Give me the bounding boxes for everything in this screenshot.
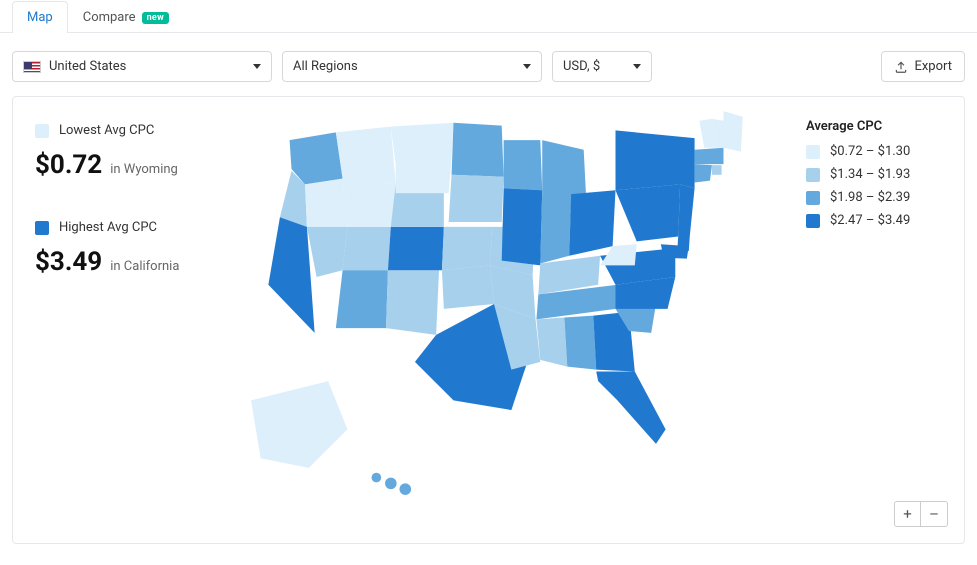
us-flag-icon [23, 61, 41, 73]
legend: Average CPC $0.72 – $1.30 $1.34 – $1.93 … [806, 119, 946, 533]
legend-title: Average CPC [806, 119, 946, 134]
legend-swatch [806, 214, 820, 228]
chevron-down-icon [633, 64, 641, 69]
legend-swatch [806, 168, 820, 182]
highest-location: in California [110, 259, 179, 274]
lowest-value: $0.72 [35, 150, 102, 180]
export-button[interactable]: Export [881, 51, 965, 82]
export-icon [894, 60, 908, 74]
new-badge: new [142, 12, 169, 24]
highest-label: Highest Avg CPC [59, 220, 157, 235]
currency-select[interactable]: USD, $ [552, 51, 652, 82]
tab-map[interactable]: Map [12, 1, 68, 33]
country-select[interactable]: United States [12, 51, 272, 82]
chevron-down-icon [253, 64, 261, 69]
highest-cpc-stat: Highest Avg CPC $3.49 in California [35, 220, 235, 277]
legend-bucket-3[interactable]: $1.98 – $2.39 [806, 190, 946, 205]
country-label: United States [49, 59, 126, 74]
us-map[interactable] [235, 119, 806, 533]
controls-bar: United States All Regions USD, $ Export [0, 33, 977, 96]
lowest-label: Lowest Avg CPC [59, 123, 154, 138]
legend-label: $2.47 – $3.49 [830, 213, 910, 228]
currency-label: USD, $ [563, 59, 600, 74]
region-label: All Regions [293, 59, 358, 74]
lowest-location: in Wyoming [110, 162, 178, 177]
map-card: Lowest Avg CPC $0.72 in Wyoming Highest … [12, 96, 965, 544]
zoom-in-button[interactable]: + [895, 502, 921, 526]
legend-label: $1.34 – $1.93 [830, 167, 910, 182]
region-select[interactable]: All Regions [282, 51, 542, 82]
zoom-controls: + – [894, 501, 948, 527]
export-label: Export [914, 59, 952, 74]
legend-swatch [806, 191, 820, 205]
legend-swatch [806, 145, 820, 159]
legend-label: $0.72 – $1.30 [830, 144, 910, 159]
view-tabs: Map Compare new [0, 0, 977, 33]
tab-compare-label: Compare [83, 10, 136, 25]
legend-label: $1.98 – $2.39 [830, 190, 910, 205]
highest-value: $3.49 [35, 247, 102, 277]
zoom-out-button[interactable]: – [921, 502, 947, 526]
stats-column: Lowest Avg CPC $0.72 in Wyoming Highest … [35, 119, 235, 533]
highest-swatch [35, 221, 49, 235]
legend-bucket-2[interactable]: $1.34 – $1.93 [806, 167, 946, 182]
tab-compare[interactable]: Compare new [68, 1, 184, 33]
chevron-down-icon [523, 64, 531, 69]
legend-bucket-4[interactable]: $2.47 – $3.49 [806, 213, 946, 228]
lowest-swatch [35, 124, 49, 138]
legend-bucket-1[interactable]: $0.72 – $1.30 [806, 144, 946, 159]
lowest-cpc-stat: Lowest Avg CPC $0.72 in Wyoming [35, 123, 235, 180]
